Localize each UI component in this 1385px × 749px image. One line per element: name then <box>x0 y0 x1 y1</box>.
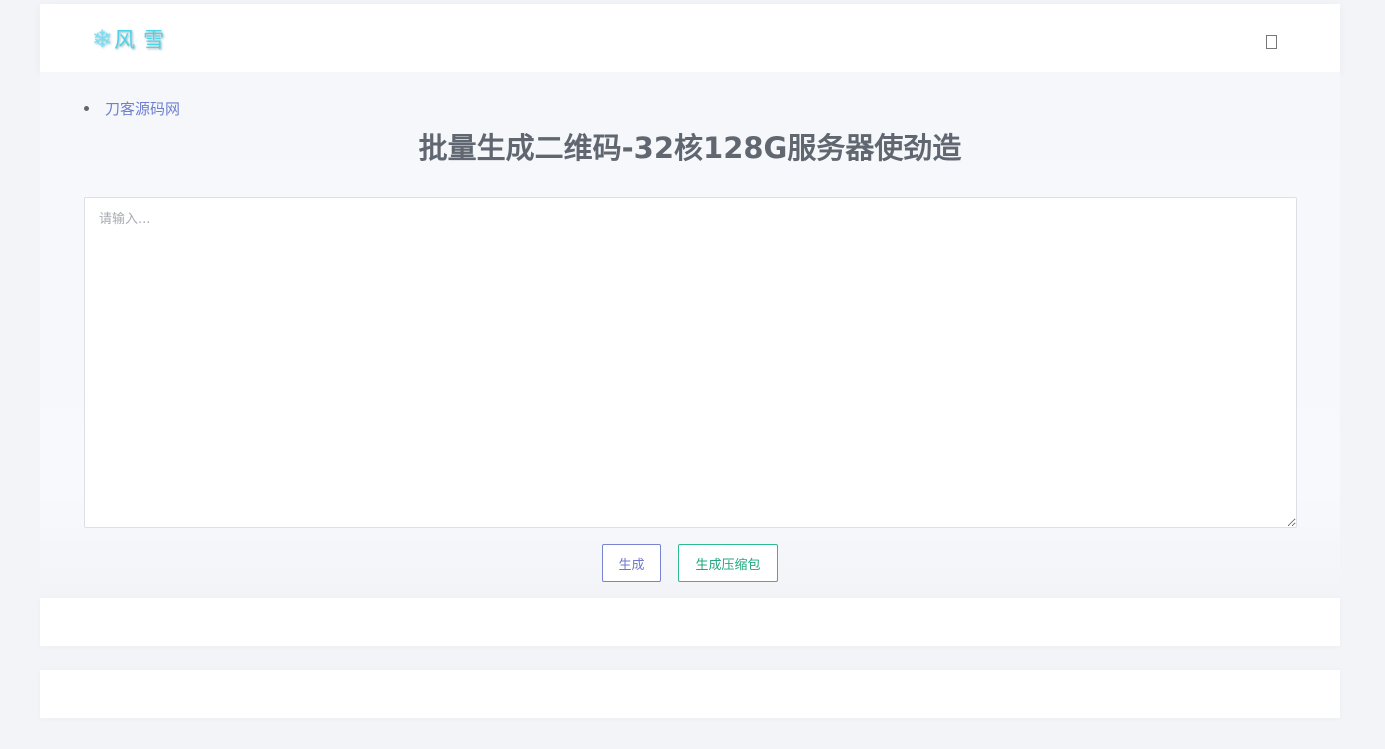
breadcrumb: 刀客源码网 <box>84 98 180 118</box>
breadcrumb-link-home[interactable]: 刀客源码网 <box>105 98 180 119</box>
menu-toggle-icon[interactable] <box>1266 35 1277 49</box>
result-panel <box>40 598 1340 646</box>
snowflake-icon: ❄ <box>92 25 113 53</box>
brand-name: 风雪 <box>114 28 173 52</box>
footer-panel <box>40 670 1340 718</box>
breadcrumb-item: 刀客源码网 <box>84 98 180 118</box>
generate-zip-button[interactable]: 生成压缩包 <box>678 544 778 582</box>
generate-button[interactable]: 生成 <box>602 544 661 582</box>
batch-input-textarea[interactable] <box>84 197 1297 528</box>
brand-logo[interactable]: ❄ 风雪 <box>92 25 172 53</box>
top-navbar: ❄ 风雪 <box>40 4 1340 72</box>
page-title: 批量生成二维码-32核128G服务器使劲造 <box>418 131 962 165</box>
bullet-icon <box>84 105 89 111</box>
main-content: 刀客源码网 批量生成二维码-32核128G服务器使劲造 生成 生成压缩包 <box>40 72 1340 598</box>
page-shell: ❄ 风雪 刀客源码网 批量生成二维码-32核128G服务器使劲造 生成 生成压缩… <box>40 0 1340 749</box>
